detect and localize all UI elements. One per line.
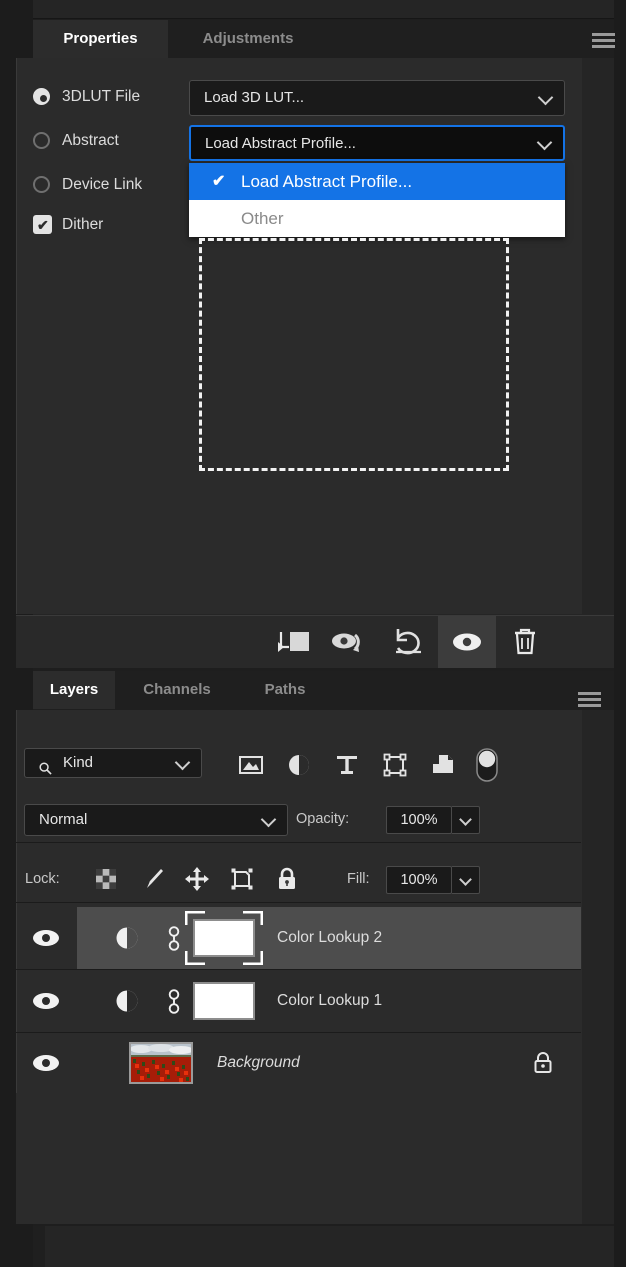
- layers-panel-menu-icon[interactable]: [578, 692, 601, 707]
- layer-name: Color Lookup 2: [277, 929, 383, 946]
- chevron-down-icon: [459, 873, 472, 886]
- radio-3dlut-file-indicator: [33, 88, 50, 105]
- blend-mode-row: Normal Opacity: 100%: [16, 798, 581, 843]
- adjustment-layer-icon: [116, 990, 138, 1012]
- lock-position-icon[interactable]: [184, 866, 210, 892]
- radio-device-link-indicator: [33, 176, 50, 193]
- layer-mask-thumbnail[interactable]: [193, 919, 255, 957]
- fill-stepper[interactable]: [452, 866, 480, 894]
- tab-adjustments[interactable]: Adjustments: [168, 20, 328, 58]
- abstract-profile-dropdown-list[interactable]: ✔ Load Abstract Profile... Other: [189, 163, 565, 237]
- fill-input[interactable]: 100%: [386, 866, 452, 894]
- lock-artboard-nesting-icon[interactable]: [229, 866, 255, 892]
- search-icon: [39, 762, 52, 775]
- layer-mask-link-icon[interactable]: [167, 989, 181, 1014]
- bottom-dock-inner: [45, 1226, 614, 1267]
- lut-drop-area[interactable]: [199, 238, 509, 471]
- lock-image-pixels-icon[interactable]: [140, 866, 166, 892]
- properties-panel-menu-icon[interactable]: [592, 33, 615, 48]
- layer-content[interactable]: Color Lookup 1: [77, 970, 581, 1032]
- clip-to-layer-icon[interactable]: [264, 616, 322, 668]
- radio-abstract-indicator: [33, 132, 50, 149]
- layer-name: Background: [217, 1054, 300, 1071]
- check-icon: ✔: [37, 217, 49, 233]
- chevron-down-icon: [536, 134, 553, 151]
- checkbox-dither-label: Dither: [62, 216, 104, 233]
- layer-name: Color Lookup 1: [277, 992, 383, 1009]
- layers-tabbar: Layers Channels Paths: [33, 671, 614, 710]
- layer-thumbnail[interactable]: [129, 1042, 193, 1084]
- chevron-down-icon: [459, 813, 472, 826]
- layer-row-color-lookup-2[interactable]: Color Lookup 2: [16, 907, 581, 970]
- properties-tabbar: Properties Adjustments: [33, 20, 614, 58]
- opacity-stepper[interactable]: [452, 806, 480, 834]
- layers-tabbar-filler: [331, 671, 614, 710]
- filter-type-layers-icon[interactable]: [334, 752, 360, 778]
- radio-option-label: Device Link: [62, 176, 143, 193]
- lock-label: Lock:: [25, 871, 60, 887]
- load-abstract-profile-select[interactable]: Load Abstract Profile...: [189, 125, 565, 161]
- tab-layers[interactable]: Layers: [33, 671, 115, 709]
- toggle-layer-visibility-icon[interactable]: [438, 616, 496, 668]
- delete-adjustment-layer-icon[interactable]: [496, 616, 554, 668]
- layer-kind-select[interactable]: Kind: [24, 748, 202, 778]
- toggle-mask-view-icon[interactable]: [322, 616, 380, 668]
- chevron-down-icon: [537, 89, 554, 106]
- reset-adjustment-icon[interactable]: [380, 616, 438, 668]
- tab-channels[interactable]: Channels: [115, 671, 239, 709]
- radio-option-label: Abstract: [62, 132, 119, 149]
- filter-shape-layers-icon[interactable]: [382, 752, 408, 778]
- load-3d-lut-select[interactable]: Load 3D LUT...: [189, 80, 565, 116]
- lock-row: Lock: Fill: 100%: [16, 856, 581, 903]
- top-dock-strip: [33, 0, 614, 19]
- dropdown-item-label: Other: [241, 209, 284, 228]
- checkbox-dither-indicator: ✔: [33, 215, 52, 234]
- dropdown-item-load-abstract-profile[interactable]: ✔ Load Abstract Profile...: [189, 163, 565, 200]
- properties-panel-toolbar: [16, 615, 614, 668]
- adjustment-layer-icon: [116, 927, 138, 949]
- filter-pixel-layers-icon[interactable]: [238, 752, 264, 778]
- radio-option-label: 3DLUT File: [62, 88, 141, 105]
- tab-properties[interactable]: Properties: [33, 20, 168, 58]
- layer-row-color-lookup-1[interactable]: Color Lookup 1: [16, 970, 581, 1033]
- layer-locked-icon: [534, 1052, 552, 1073]
- lock-all-icon[interactable]: [274, 866, 300, 892]
- layer-row-background[interactable]: Background: [16, 1032, 581, 1095]
- layer-mask-link-icon[interactable]: [167, 926, 181, 951]
- dropdown-item-label: Load Abstract Profile...: [241, 172, 413, 191]
- properties-tabbar-filler: [328, 20, 614, 58]
- check-icon: ✔: [212, 173, 226, 190]
- chevron-down-icon: [260, 811, 277, 828]
- blend-mode-value: Normal: [39, 811, 88, 828]
- layer-visibility-toggle[interactable]: [16, 1032, 77, 1094]
- layer-filter-row: Kind: [16, 740, 581, 788]
- right-dock-gutter: [614, 0, 626, 1267]
- filter-adjustment-layers-icon[interactable]: [286, 752, 312, 778]
- blend-mode-select[interactable]: Normal: [24, 804, 288, 836]
- layer-content[interactable]: Color Lookup 2: [77, 907, 581, 969]
- layer-visibility-toggle[interactable]: [16, 907, 77, 969]
- fill-label: Fill:: [347, 871, 370, 887]
- load-abstract-profile-select-value: Load Abstract Profile...: [205, 135, 356, 152]
- layer-content[interactable]: Background: [77, 1032, 581, 1094]
- opacity-input[interactable]: 100%: [386, 806, 452, 834]
- tab-paths[interactable]: Paths: [239, 671, 331, 709]
- load-3d-lut-select-value: Load 3D LUT...: [204, 89, 305, 106]
- layer-mask-thumbnail[interactable]: [193, 982, 255, 1020]
- opacity-label: Opacity:: [296, 811, 350, 827]
- layers-empty-area: [16, 1093, 581, 1224]
- layer-visibility-toggle[interactable]: [16, 970, 77, 1032]
- lock-transparent-pixels-icon[interactable]: [93, 866, 119, 892]
- filter-smart-object-layers-icon[interactable]: [430, 752, 456, 778]
- dropdown-item-other[interactable]: Other: [189, 200, 565, 237]
- layer-kind-select-value: Kind: [63, 754, 94, 771]
- filter-toggle-switch[interactable]: [476, 748, 498, 782]
- chevron-down-icon: [174, 754, 191, 771]
